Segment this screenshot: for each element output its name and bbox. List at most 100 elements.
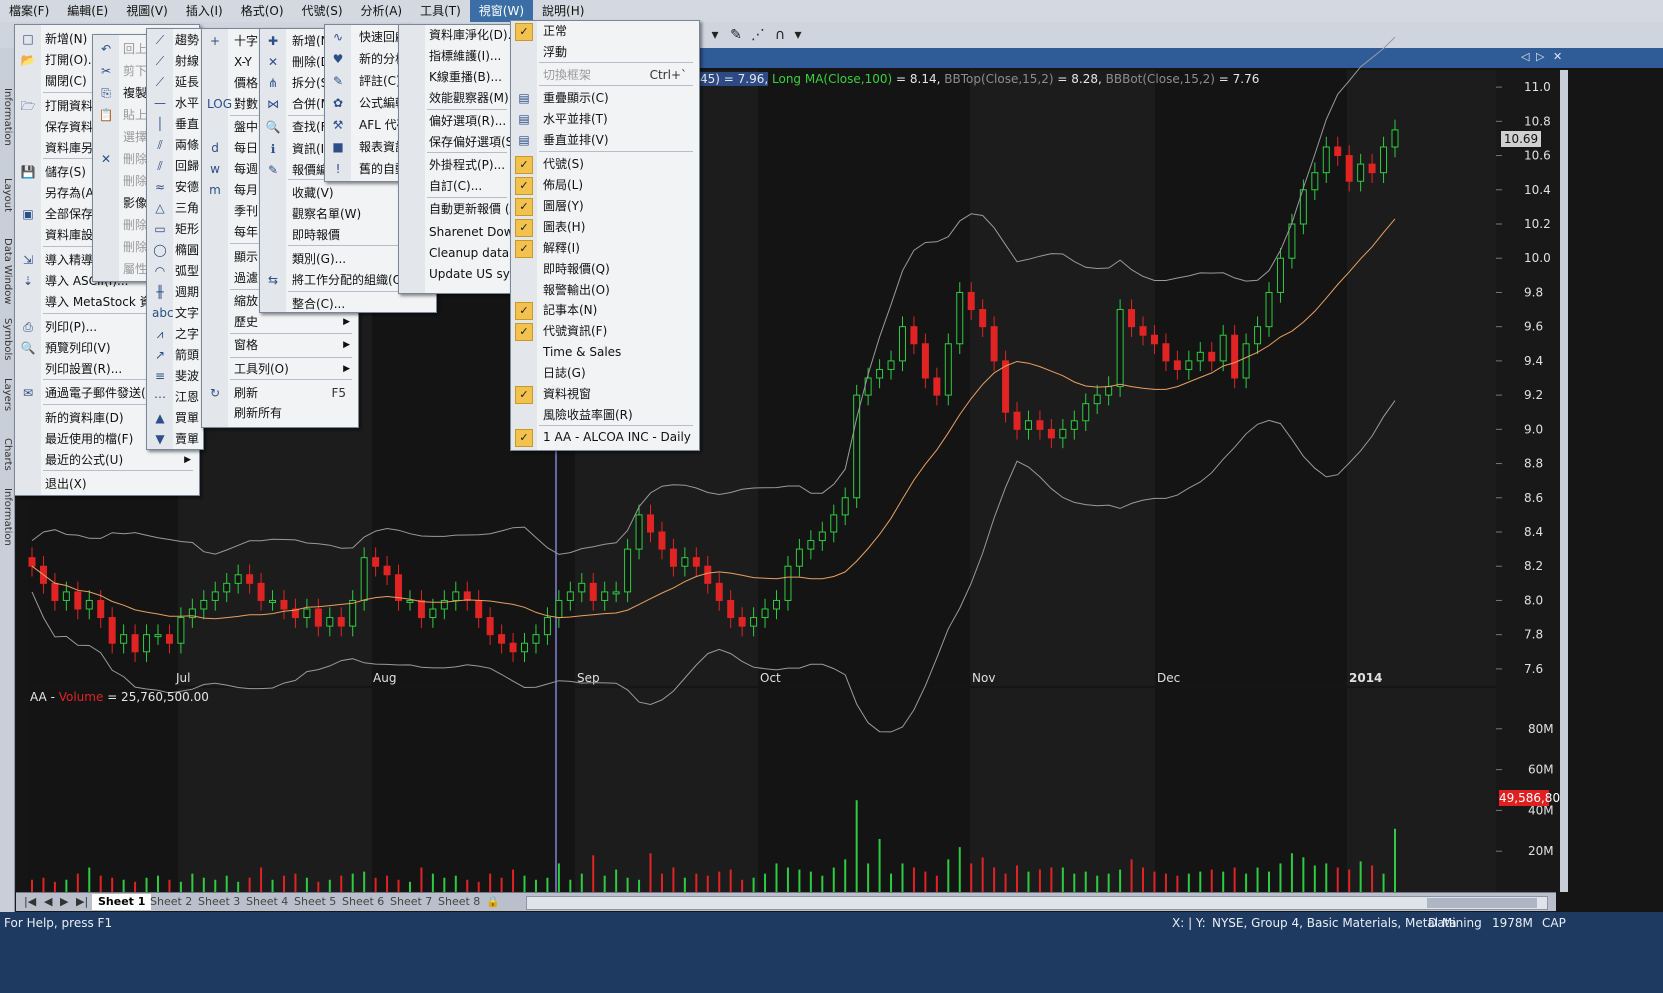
analysis-menu-item[interactable]: ✎ 評註(C) [325, 71, 409, 92]
window-menu-item[interactable]: Time & Sales [511, 342, 699, 363]
tab-sheet-2[interactable]: Sheet 2 [144, 894, 198, 910]
insert-menu-item[interactable]: ▲ 買單 [147, 408, 203, 429]
insert-menu-item[interactable]: ⟋ 延長 [147, 72, 203, 93]
view-menu-item[interactable]: 窗格 ▶ [202, 335, 358, 356]
tools-menu-item[interactable]: 自訂(C)... [399, 176, 513, 197]
insert-menu-item[interactable]: ◯ 橢圓 [147, 240, 203, 261]
insert-menu-item[interactable]: — 水平 [147, 93, 203, 114]
symbol-menu-item[interactable]: 整合(C)... [260, 294, 436, 315]
volume-symbol: AA - [30, 690, 59, 704]
insert-menu-item[interactable]: ≡ 斐波 [147, 366, 203, 387]
tab-sheet-6[interactable]: Sheet 6 [336, 894, 390, 910]
y-tick-label: 8.4 [1524, 525, 1543, 539]
edit-menu-item[interactable]: ↶ 回上 [93, 39, 149, 60]
window-menu-item[interactable]: ✓ 1 AA - ALCOA INC - Daily [511, 427, 699, 448]
analysis-menu-item[interactable]: ✿ 公式編輯 [325, 93, 409, 114]
insert-menu-item[interactable]: abc 文字 [147, 303, 203, 324]
insert-menu-item[interactable]: │ 垂直 [147, 114, 203, 135]
menu-item-label: 橢圓 [175, 243, 200, 257]
tools-menu-item[interactable]: Cleanup database [399, 243, 538, 264]
insert-menu-item[interactable]: ⫽ 兩條 [147, 135, 203, 156]
view-menu-item[interactable]: ↻ 刷新 F5 [202, 383, 358, 404]
lock-icon[interactable]: 🔒 [480, 894, 506, 910]
analysis-menu-item[interactable]: ■ 報表資訊 [325, 137, 409, 158]
window-menu-item[interactable]: ✓ 解釋(I) [511, 238, 699, 259]
window-menu-item[interactable]: 浮動 [511, 42, 699, 63]
window-menu-item[interactable]: ✓ 圖表(H) [511, 217, 699, 238]
menu-item-label: K線重播(B)... [429, 70, 502, 84]
tab-sheet-8[interactable]: Sheet 8 [432, 894, 486, 910]
tools-menu-item[interactable]: 資料庫淨化(D)... [399, 25, 519, 46]
edit-menu-item[interactable]: ✕ 刪除 [93, 149, 149, 170]
tools-menu-item[interactable]: 偏好選項(R)... [399, 111, 513, 132]
file-menu-item[interactable]: 最近的公式(U) ▶ [15, 450, 199, 471]
insert-menu-item[interactable]: △ 三角 [147, 198, 203, 219]
tools-menu-item[interactable]: 自動更新報價 (AmiQuote) [399, 199, 574, 220]
last-sheet-icon[interactable]: ▶| [70, 894, 94, 910]
insert-menu-item[interactable]: ⩘ 之字 [147, 324, 203, 345]
view-menu-item[interactable]: 歷史 ▶ [202, 312, 358, 333]
edit-menu-item[interactable]: 屬性 [93, 259, 149, 280]
window-menu-item[interactable]: 切換框架 Ctrl+` [511, 65, 699, 86]
insert-menu-item[interactable]: ⫽ 回歸 [147, 156, 203, 177]
tools-menu-item[interactable]: K線重播(B)... [399, 67, 513, 88]
insert-menu-item[interactable]: ▭ 矩形 [147, 219, 203, 240]
window-menu-item[interactable]: ▤ 水平並排(T) [511, 109, 699, 130]
window-menu-item[interactable]: ✓ 正常 [511, 21, 699, 42]
insert-menu-item[interactable]: ⋯ 江恩 [147, 387, 203, 408]
menu-separator [539, 85, 693, 86]
window-menu-item[interactable]: ▤ 重疊顯示(C) [511, 88, 699, 109]
window-menu-item[interactable]: ✓ 圖層(Y) [511, 196, 699, 217]
edit-menu-item[interactable]: 刪除 [93, 171, 149, 192]
window-menu-item[interactable]: ✓ 記事本(N) [511, 300, 699, 321]
window-menu-item[interactable]: ✓ 代號資訊(F) [511, 321, 699, 342]
analysis-menu-item[interactable]: ∿ 快速回顧 [325, 27, 409, 48]
window-menu-item[interactable]: 即時報價(Q) [511, 259, 699, 280]
edit-menu-item[interactable]: ⎘ 複製 [93, 83, 149, 104]
menu-item-label: 解釋(I) [543, 241, 580, 255]
tab-sheet-3[interactable]: Sheet 3 [192, 894, 246, 910]
window-menu-item[interactable]: ✓ 代號(S) [511, 154, 699, 175]
view-menu-item[interactable]: 刷新所有 [202, 403, 358, 424]
insert-menu-item[interactable]: ⟋ 射線 [147, 51, 203, 72]
tab-sheet-1[interactable]: Sheet 1 [92, 894, 152, 910]
edit-menu-item[interactable]: 📋 貼上 [93, 105, 149, 126]
y-tick-label: 10.4 [1524, 183, 1551, 197]
insert-menu-item[interactable]: ≈ 安德 [147, 177, 203, 198]
edit-menu-item[interactable]: 刪除 [93, 237, 149, 258]
scrollbar-thumb[interactable] [1427, 898, 1537, 908]
tools-menu-item[interactable]: 指標維護(I)... [399, 46, 513, 67]
window-menu-item[interactable]: 日誌(G) [511, 363, 699, 384]
insert-menu-item[interactable]: ⟋ 趨勢 [147, 30, 203, 51]
file-menu-item[interactable]: 退出(X) [15, 474, 199, 495]
tab-sheet-5[interactable]: Sheet 5 [288, 894, 342, 910]
tools-menu-item[interactable]: 外掛程式(P)... [399, 155, 513, 176]
window-menu-item[interactable]: 風險收益率圖(R) [511, 405, 699, 426]
tools-menu-item[interactable]: Update US symbol list [399, 264, 561, 285]
tab-sheet-4[interactable]: Sheet 4 [240, 894, 294, 910]
menu-item-label: 刪除 [123, 152, 148, 166]
tools-menu-item[interactable]: 效能觀察器(M)... [399, 88, 520, 109]
analysis-menu-item[interactable]: ! 舊的自動 [325, 159, 409, 180]
tab-sheet-7[interactable]: Sheet 7 [384, 894, 438, 910]
insert-menu-item[interactable]: ╫ 週期 [147, 282, 203, 303]
insert-menu-item[interactable]: ▼ 賣單 [147, 429, 203, 450]
edit-menu-item[interactable]: ✂ 剪下 [93, 61, 149, 82]
insert-menu-item[interactable]: ◠ 弧型 [147, 261, 203, 282]
edit-menu-item[interactable]: 刪除 [93, 215, 149, 236]
analysis-menu-item[interactable]: ♥ 新的分析 [325, 49, 409, 70]
insert-menu-item[interactable]: ↗ 箭頭 [147, 345, 203, 366]
window-menu-item[interactable]: ✓ 佈局(L) [511, 175, 699, 196]
menu-item-label: 佈局(L) [543, 178, 584, 192]
tools-menu-item[interactable]: Sharenet Download [399, 222, 547, 243]
tools-menu-item[interactable]: 保存偏好選項(S) [399, 132, 518, 153]
view-menu-item[interactable]: 工具列(O) ▶ [202, 359, 358, 380]
edit-menu-item[interactable]: 影像 [93, 193, 149, 214]
horizontal-scrollbar[interactable] [526, 896, 1548, 910]
analysis-menu-item[interactable]: ⚒ AFL 代碼 [325, 115, 409, 136]
edit-menu-item[interactable]: 選擇 [93, 127, 149, 148]
window-menu-item[interactable]: ✓ 資料視窗 [511, 384, 699, 405]
window-menu-item[interactable]: ▤ 垂直並排(V) [511, 130, 699, 151]
draw-tool-icon: abc [152, 306, 174, 320]
window-menu-item[interactable]: 報警輸出(O) [511, 280, 699, 301]
